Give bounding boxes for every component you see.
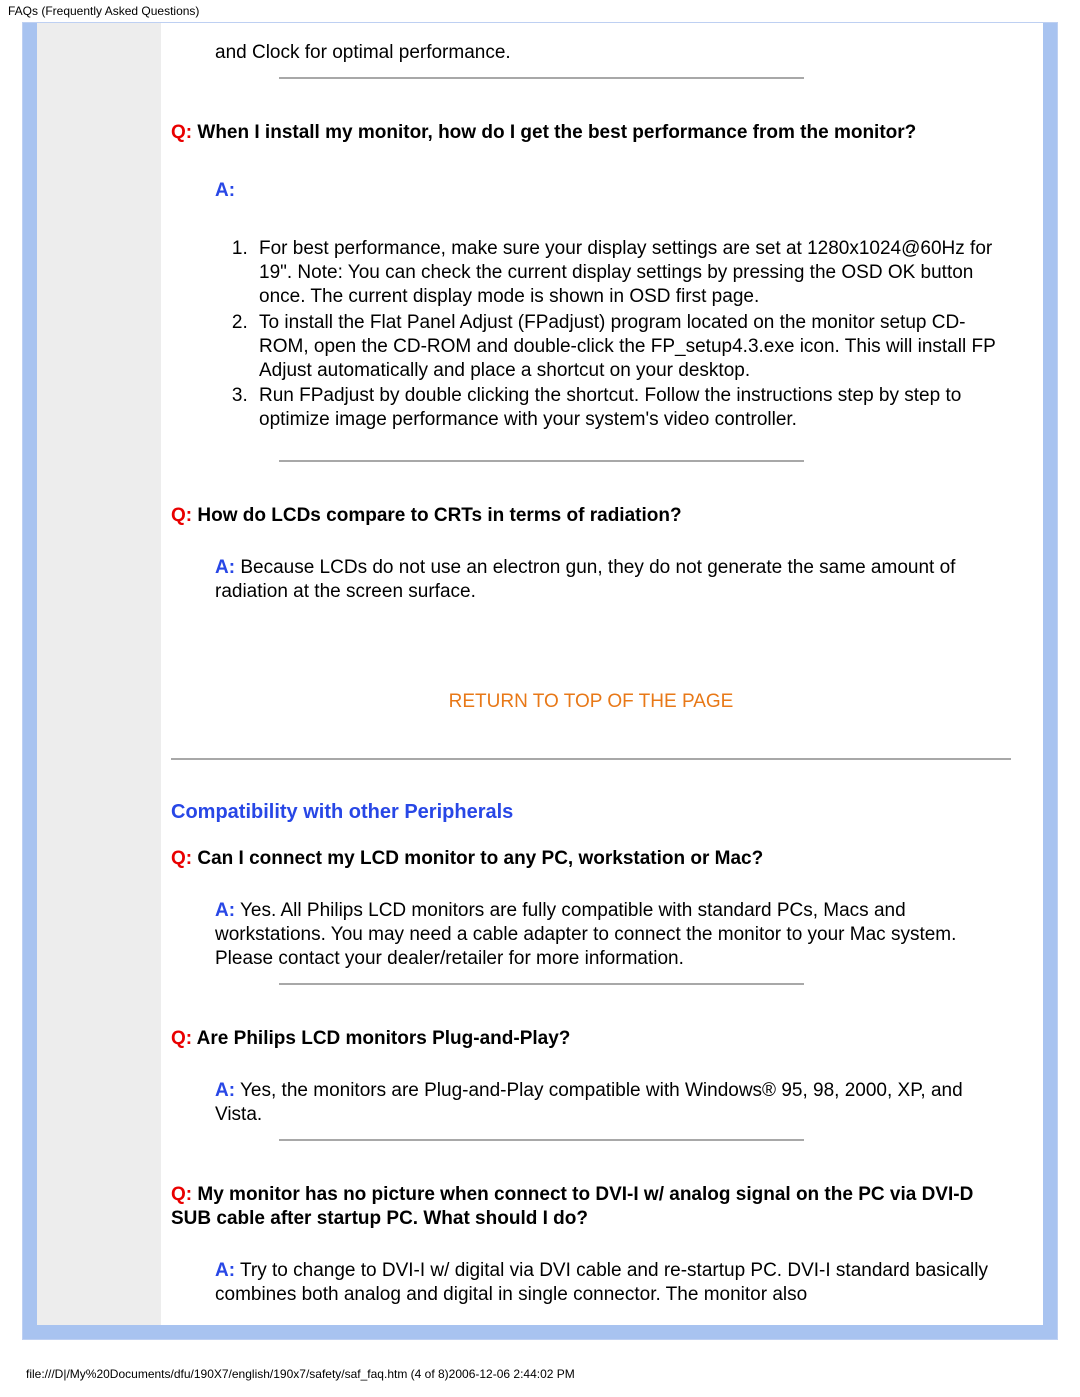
a-label: A:: [215, 900, 235, 921]
faq1-answer-list: For best performance, make sure your dis…: [253, 237, 1011, 433]
a-text: Try to change to DVI-I w/ digital via DV…: [215, 1260, 988, 1305]
a-label: A:: [215, 1260, 235, 1281]
list-item: For best performance, make sure your dis…: [253, 237, 1011, 309]
q-text: Are Philips LCD monitors Plug-and-Play?: [192, 1028, 570, 1049]
faq4-answer: A: Yes, the monitors are Plug-and-Play c…: [215, 1079, 1011, 1127]
q-label: Q:: [171, 505, 192, 526]
q-label: Q:: [171, 1184, 192, 1205]
list-item: To install the Flat Panel Adjust (FPadju…: [253, 311, 1011, 383]
a-text: Yes, the monitors are Plug-and-Play comp…: [215, 1080, 963, 1125]
divider: [279, 983, 804, 985]
page-header: FAQs (Frequently Asked Questions): [0, 0, 1080, 22]
a-label: A:: [215, 180, 235, 201]
sidebar-placeholder: [37, 23, 161, 1325]
q-text: My monitor has no picture when connect t…: [171, 1184, 973, 1229]
divider: [279, 460, 804, 462]
faq-question-3: Q: Can I connect my LCD monitor to any P…: [171, 847, 1011, 871]
q-label: Q:: [171, 122, 192, 143]
faq-question-1: Q: When I install my monitor, how do I g…: [171, 121, 1011, 145]
q-label: Q:: [171, 848, 192, 869]
main-content: and Clock for optimal performance. Q: Wh…: [161, 23, 1043, 1325]
a-text: Yes. All Philips LCD monitors are fully …: [215, 900, 956, 969]
previous-answer-tail: and Clock for optimal performance.: [215, 41, 1011, 65]
divider: [279, 77, 804, 79]
faq-question-4: Q: Are Philips LCD monitors Plug-and-Pla…: [171, 1027, 1011, 1051]
a-label: A:: [215, 1080, 235, 1101]
return-to-top-link[interactable]: RETURN TO TOP OF THE PAGE: [171, 690, 1011, 714]
footer-path: file:///D|/My%20Documents/dfu/190X7/engl…: [0, 1357, 583, 1381]
list-item: Run FPadjust by double clicking the shor…: [253, 384, 1011, 432]
q-text: How do LCDs compare to CRTs in terms of …: [192, 505, 681, 526]
q-label: Q:: [171, 1028, 192, 1049]
q-text: When I install my monitor, how do I get …: [192, 122, 916, 143]
a-label: A:: [215, 557, 235, 578]
divider: [279, 1139, 804, 1141]
faq-question-2: Q: How do LCDs compare to CRTs in terms …: [171, 504, 1011, 528]
a-text: Because LCDs do not use an electron gun,…: [215, 557, 955, 602]
faq5-answer: A: Try to change to DVI-I w/ digital via…: [215, 1259, 1011, 1307]
q-text: Can I connect my LCD monitor to any PC, …: [192, 848, 763, 869]
faq3-answer: A: Yes. All Philips LCD monitors are ful…: [215, 899, 1011, 971]
page-frame: and Clock for optimal performance. Q: Wh…: [22, 22, 1058, 1340]
section-title: Compatibility with other Peripherals: [171, 800, 1011, 825]
section-divider: [171, 758, 1011, 760]
faq2-answer: A: Because LCDs do not use an electron g…: [215, 556, 1011, 604]
faq-question-5: Q: My monitor has no picture when connec…: [171, 1183, 1011, 1231]
